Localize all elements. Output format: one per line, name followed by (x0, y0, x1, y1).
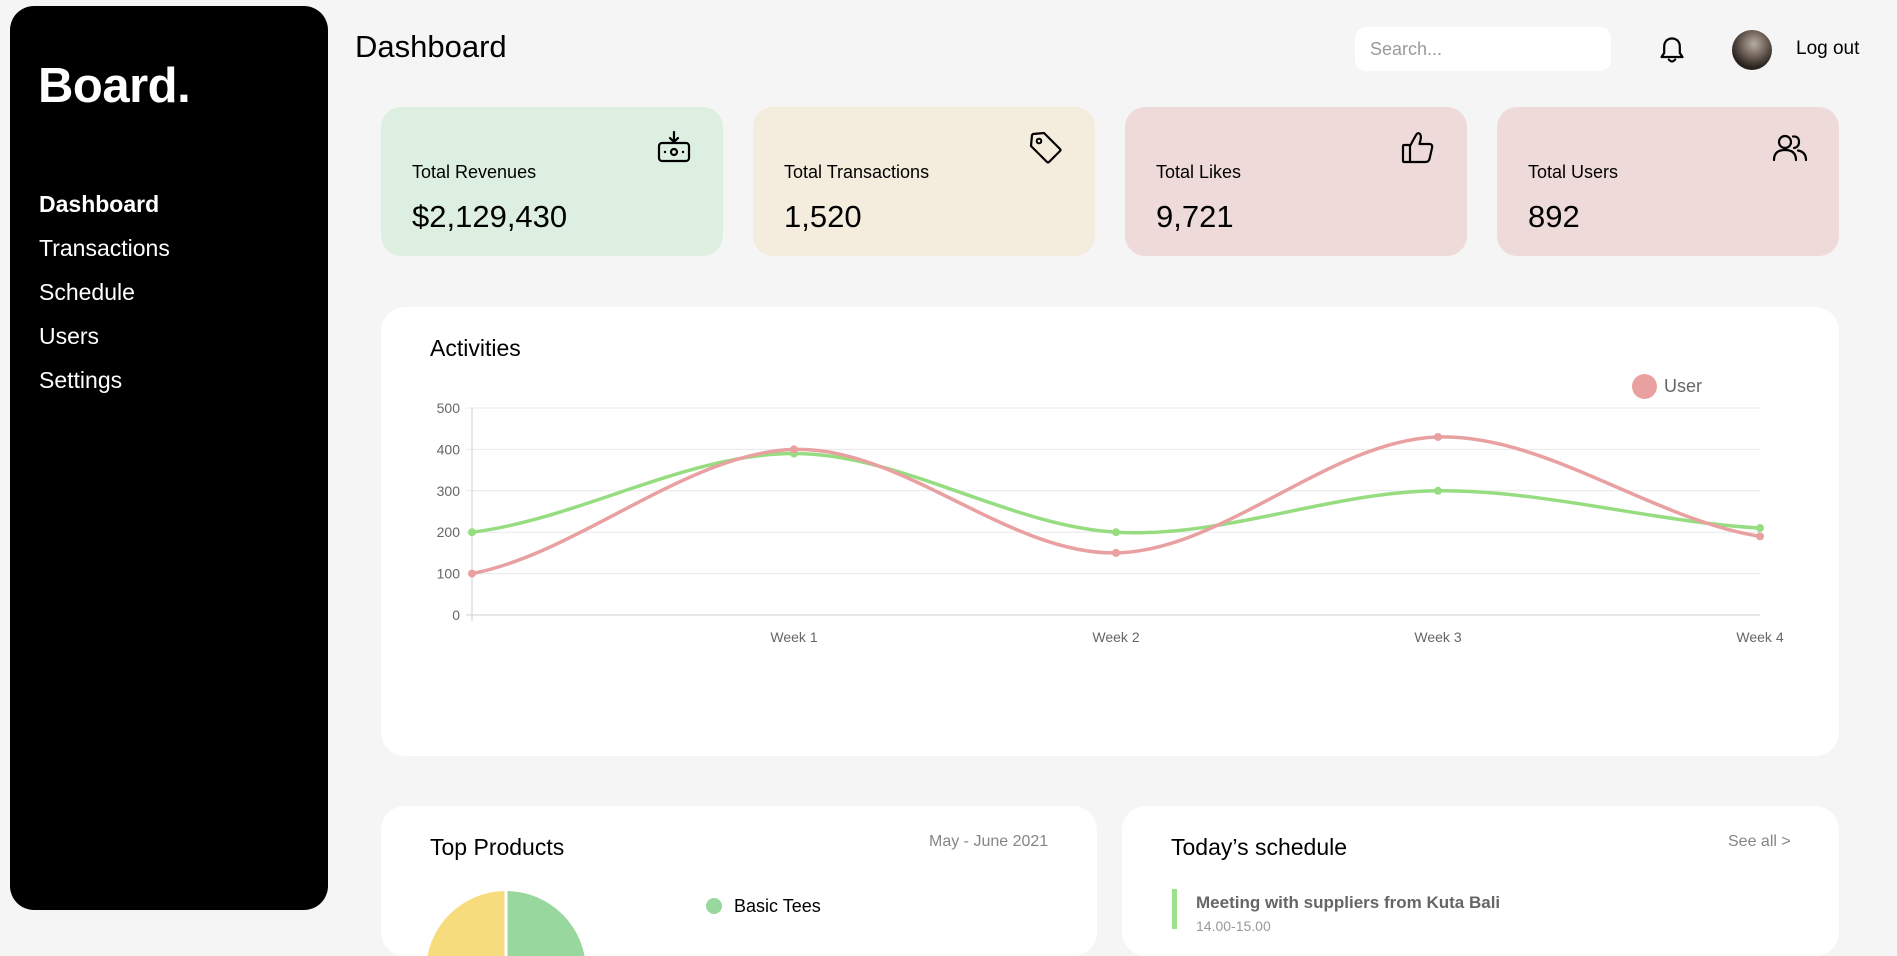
data-point (1756, 532, 1764, 541)
data-point (790, 445, 798, 454)
schedule-item-marker (1172, 889, 1177, 929)
schedule-item-title[interactable]: Meeting with suppliers from Kuta Bali (1196, 893, 1500, 913)
schedule-title: Today’s schedule (1171, 834, 1348, 860)
data-point (1112, 528, 1120, 537)
y-tick-label: 300 (437, 483, 461, 499)
product-name: Basic Tees (734, 896, 821, 916)
data-point (468, 569, 476, 578)
top-products-title: Top Products (430, 834, 565, 860)
products-pie-chart (427, 891, 585, 956)
data-point (1756, 524, 1764, 533)
pie-slice-basic-tees (506, 891, 585, 956)
data-point (1112, 548, 1120, 557)
data-point (1434, 486, 1442, 495)
x-tick-label: Week 2 (1092, 629, 1139, 645)
x-tick-label: Week 4 (1736, 629, 1783, 645)
y-tick-label: 400 (437, 441, 461, 457)
pie-slice (427, 891, 506, 956)
date-range[interactable]: May - June 2021 (929, 833, 1048, 851)
x-tick-label: Week 3 (1414, 629, 1461, 645)
x-tick-label: Week 1 (770, 629, 817, 645)
data-point (468, 528, 476, 537)
legend-swatch (706, 898, 722, 914)
activities-chart: 0 100 200 300 400 500 Week 1 Week 2 Week 3 Week 4 (437, 400, 1784, 645)
see-all-link[interactable]: See all > (1728, 833, 1791, 851)
y-tick-label: 200 (437, 524, 461, 540)
y-tick-label: 100 (437, 566, 461, 582)
schedule-item-time: 14.00-15.00 (1196, 918, 1271, 934)
data-point (1434, 432, 1442, 441)
top-products-panel (381, 806, 1097, 956)
y-tick-label: 500 (437, 400, 461, 416)
y-tick-label: 0 (452, 607, 460, 623)
